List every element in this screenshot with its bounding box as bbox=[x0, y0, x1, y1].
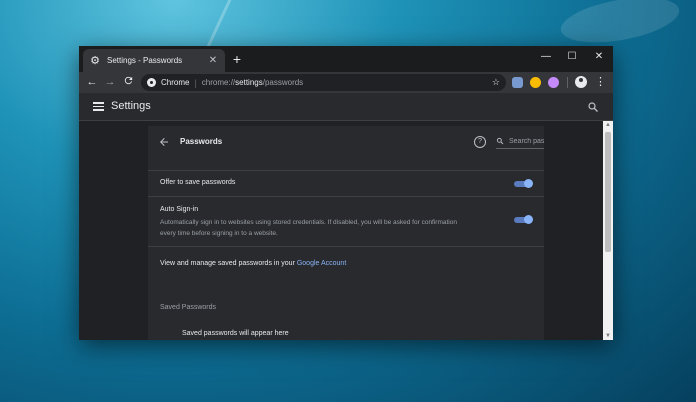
password-search-box bbox=[496, 134, 544, 149]
gear-icon: ⚙ bbox=[90, 54, 100, 67]
manage-passwords-text: View and manage saved passwords in your … bbox=[160, 260, 346, 267]
offer-to-save-label: Offer to save passwords bbox=[160, 179, 236, 186]
site-chip: Chrome bbox=[161, 78, 190, 87]
passwords-card-header: Passwords ? bbox=[148, 126, 544, 158]
google-account-link[interactable]: Google Account bbox=[297, 260, 346, 267]
scroll-down-arrow-icon[interactable]: ▼ bbox=[605, 333, 611, 339]
toolbar-divider bbox=[567, 77, 568, 88]
auto-sign-in-row: Auto Sign-in Automatically sign in to we… bbox=[148, 196, 544, 244]
title-bar: ⚙ Settings - Passwords ✕ + — ☐ ✕ bbox=[79, 46, 613, 72]
maximize-button[interactable]: ☐ bbox=[561, 49, 583, 65]
url-scheme: chrome:// bbox=[201, 78, 236, 87]
auto-sign-in-label: Auto Sign-in bbox=[160, 206, 199, 213]
reload-button[interactable] bbox=[121, 75, 135, 89]
passwords-title: Passwords bbox=[180, 137, 223, 146]
extension-circle-icon[interactable] bbox=[548, 77, 559, 88]
tab-title: Settings - Passwords bbox=[107, 56, 183, 65]
url-host: settings bbox=[235, 78, 263, 87]
saved-passwords-heading: Saved Passwords bbox=[160, 304, 217, 311]
minimize-button[interactable]: — bbox=[535, 49, 557, 65]
new-tab-button[interactable]: + bbox=[230, 52, 244, 66]
chrome-icon bbox=[147, 78, 156, 87]
auto-sign-in-toggle[interactable] bbox=[514, 215, 533, 224]
scroll-thumb[interactable] bbox=[605, 132, 611, 252]
passwords-card: Passwords ? Offer to save passwords Auto… bbox=[148, 126, 544, 340]
manage-passwords-prefix: View and manage saved passwords in your bbox=[160, 260, 297, 267]
tab-settings-passwords[interactable]: ⚙ Settings - Passwords ✕ bbox=[83, 49, 225, 72]
browser-window: ⚙ Settings - Passwords ✕ + — ☐ ✕ ← → Chr… bbox=[79, 46, 613, 340]
extension-badge-icon[interactable] bbox=[530, 77, 541, 88]
close-window-button[interactable]: ✕ bbox=[588, 49, 610, 65]
reload-icon bbox=[124, 76, 132, 85]
profile-avatar-icon[interactable] bbox=[575, 76, 587, 88]
url-path: /passwords bbox=[262, 78, 304, 87]
background-highlight bbox=[557, 0, 683, 51]
page-title: Settings bbox=[111, 100, 151, 112]
auto-sign-in-description: Automatically sign in to websites using … bbox=[160, 219, 457, 237]
offer-to-save-toggle[interactable] bbox=[514, 179, 533, 188]
browser-menu-icon[interactable]: ⋮ bbox=[595, 75, 606, 89]
address-bar[interactable]: Chrome | chrome://settings/passwords ☆ bbox=[141, 74, 506, 91]
bookmark-star-icon[interactable]: ☆ bbox=[492, 77, 500, 88]
search-icon bbox=[496, 137, 504, 145]
manage-passwords-row: View and manage saved passwords in your … bbox=[148, 246, 544, 282]
omnibox-separator: | bbox=[194, 77, 197, 88]
settings-header: Settings bbox=[79, 93, 613, 121]
scroll-up-arrow-icon[interactable]: ▲ bbox=[605, 122, 611, 128]
extension-shield-icon[interactable] bbox=[512, 77, 523, 88]
saved-passwords-empty-message: Saved passwords will appear here bbox=[182, 330, 289, 337]
url-text: chrome://settings/passwords bbox=[202, 78, 492, 87]
help-icon[interactable]: ? bbox=[474, 136, 486, 148]
page-scrollbar[interactable]: ▲ ▼ bbox=[603, 121, 613, 340]
forward-button[interactable]: → bbox=[103, 75, 117, 89]
back-button[interactable]: ← bbox=[85, 75, 99, 89]
tab-close-button[interactable]: ✕ bbox=[207, 55, 219, 66]
offer-to-save-row: Offer to save passwords bbox=[148, 170, 544, 194]
browser-toolbar: ← → Chrome | chrome://settings/passwords… bbox=[79, 72, 613, 93]
hamburger-menu-icon[interactable] bbox=[93, 102, 104, 111]
settings-search-icon[interactable] bbox=[587, 100, 599, 112]
search-passwords-input[interactable] bbox=[509, 137, 544, 145]
back-arrow-icon[interactable] bbox=[158, 135, 170, 147]
